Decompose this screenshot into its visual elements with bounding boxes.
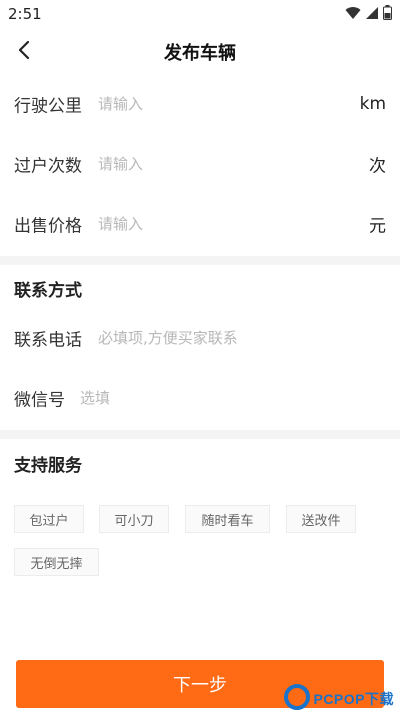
nav-bar: 发布车辆 bbox=[0, 28, 400, 74]
service-tag[interactable]: 无倒无摔 bbox=[14, 548, 99, 576]
status-icons bbox=[345, 4, 392, 24]
price-label: 出售价格 bbox=[14, 216, 82, 237]
watermark-text: PCPOP下载 bbox=[313, 691, 394, 707]
phone-row: 联系电话 bbox=[0, 308, 400, 368]
price-row: 出售价格 元 bbox=[0, 194, 400, 254]
mileage-row: 行驶公里 km bbox=[0, 74, 400, 134]
price-unit: 元 bbox=[369, 216, 386, 237]
price-input[interactable] bbox=[98, 209, 348, 239]
wechat-input[interactable] bbox=[80, 383, 330, 413]
service-tag[interactable]: 随时看车 bbox=[185, 505, 270, 533]
wechat-label: 微信号 bbox=[14, 390, 65, 411]
mileage-label: 行驶公里 bbox=[14, 96, 82, 117]
phone-label: 联系电话 bbox=[14, 330, 82, 351]
transfer-count-label: 过户次数 bbox=[14, 156, 82, 177]
services-section-title: 支持服务 bbox=[14, 456, 82, 476]
service-tag[interactable]: 包过户 bbox=[14, 505, 84, 533]
transfer-count-row: 过户次数 次 bbox=[0, 134, 400, 194]
contact-section-title: 联系方式 bbox=[14, 281, 82, 301]
service-tag[interactable]: 可小刀 bbox=[99, 505, 169, 533]
status-time: 2:51 bbox=[8, 5, 42, 23]
transfer-count-input[interactable] bbox=[98, 149, 348, 179]
pcpop-logo-icon bbox=[284, 684, 311, 714]
service-tag[interactable]: 送改件 bbox=[286, 505, 356, 533]
phone-input[interactable] bbox=[98, 323, 348, 353]
watermark: PCPOP下载 bbox=[284, 683, 394, 715]
signal-icon bbox=[365, 5, 379, 24]
wechat-row: 微信号 bbox=[0, 368, 400, 428]
section-divider bbox=[0, 430, 400, 439]
battery-icon bbox=[383, 4, 392, 24]
status-bar: 2:51 bbox=[0, 0, 400, 28]
page-title: 发布车辆 bbox=[164, 43, 236, 64]
wifi-icon bbox=[345, 5, 361, 24]
section-divider bbox=[0, 256, 400, 265]
mileage-unit: km bbox=[359, 94, 386, 114]
transfer-count-unit: 次 bbox=[369, 156, 386, 177]
mileage-input[interactable] bbox=[98, 89, 348, 119]
